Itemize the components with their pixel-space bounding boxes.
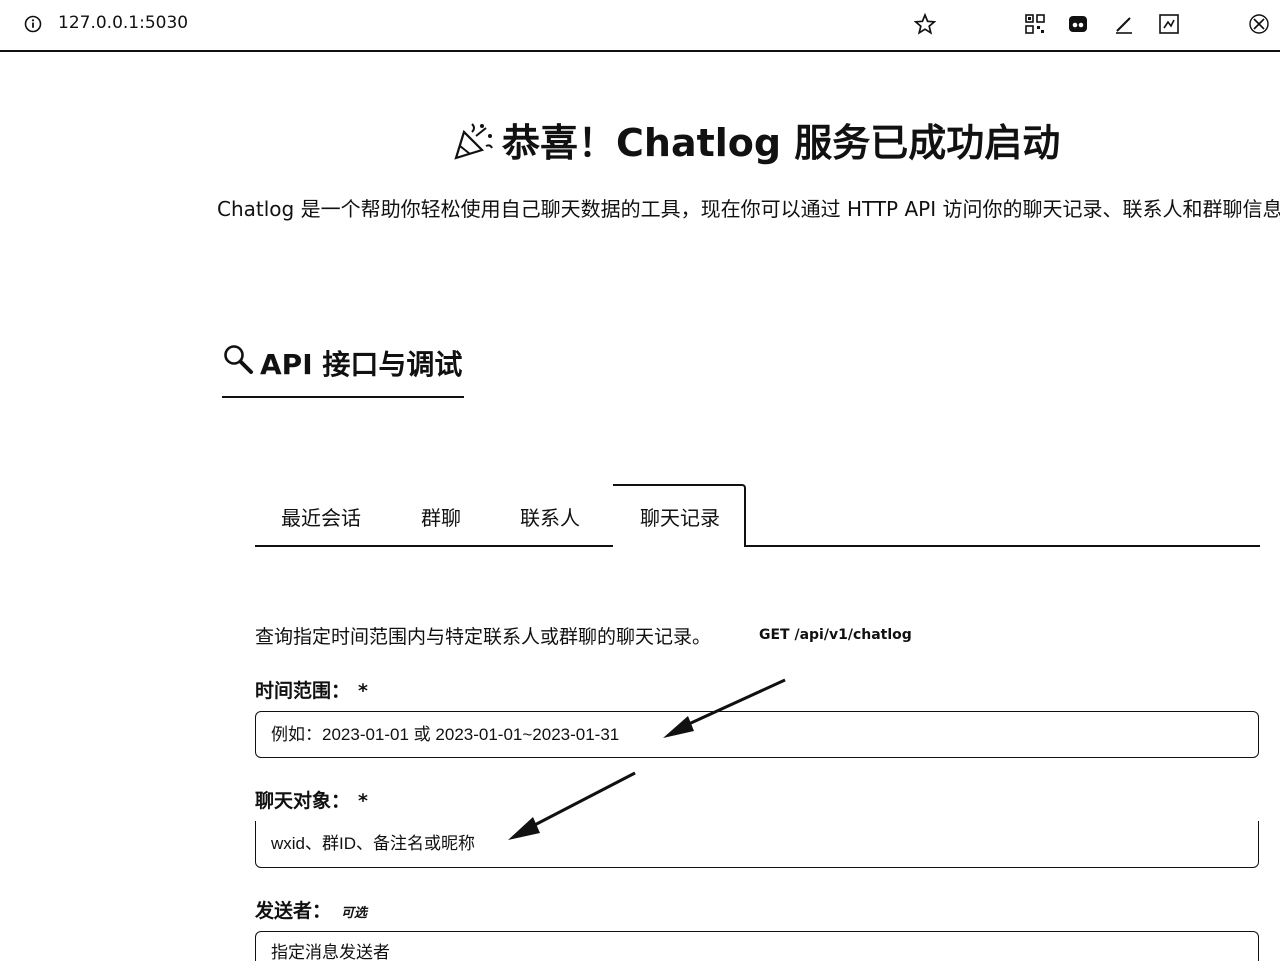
profile-icon[interactable] (1248, 13, 1270, 35)
page-subtitle: Chatlog 是一个帮助你轻松使用自己聊天数据的工具，现在你可以通过 HTTP… (217, 197, 1280, 221)
browser-toolbar: 127.0.0.1:5030 (0, 0, 1280, 52)
panel-description: 查询指定时间范围内与特定联系人或群聊的聊天记录。 (255, 626, 712, 648)
tab-chatlog[interactable]: 聊天记录 (640, 502, 720, 531)
section-title: API 接口与调试 (260, 348, 463, 381)
tab-contacts[interactable]: 联系人 (520, 502, 580, 531)
info-icon[interactable] (24, 15, 42, 33)
endpoint-label: GET /api/v1/chatlog (759, 627, 912, 643)
sender-label: 发送者： 可选 (255, 900, 368, 922)
tab-groups[interactable]: 群聊 (421, 502, 461, 531)
party-popper-icon (454, 122, 493, 160)
qr-code-icon[interactable] (1024, 13, 1046, 35)
api-tabs: 最近会话 群聊 联系人 聊天记录 (255, 482, 1260, 548)
tab-recent-sessions[interactable]: 最近会话 (281, 502, 361, 531)
magnifier-icon (224, 345, 253, 374)
chat-target-label: 聊天对象： * (255, 790, 368, 812)
address-bar-url[interactable]: 127.0.0.1:5030 (58, 13, 188, 33)
screenshot-icon[interactable] (1158, 13, 1180, 35)
page-headline: 恭喜！Chatlog 服务已成功启动 (452, 112, 1060, 167)
time-range-label: 时间范围： * (255, 680, 368, 702)
extension-icon[interactable] (1067, 13, 1089, 35)
tab-divider (746, 545, 1260, 547)
section-heading: API 接口与调试 (222, 340, 464, 398)
pen-icon[interactable] (1113, 13, 1135, 35)
chat-target-input[interactable] (255, 821, 1259, 868)
headline-text: 恭喜！Chatlog 服务已成功启动 (502, 121, 1061, 165)
tab-divider (255, 545, 613, 547)
time-range-input[interactable] (255, 711, 1259, 758)
star-icon[interactable] (914, 13, 936, 35)
sender-input[interactable] (255, 931, 1259, 961)
